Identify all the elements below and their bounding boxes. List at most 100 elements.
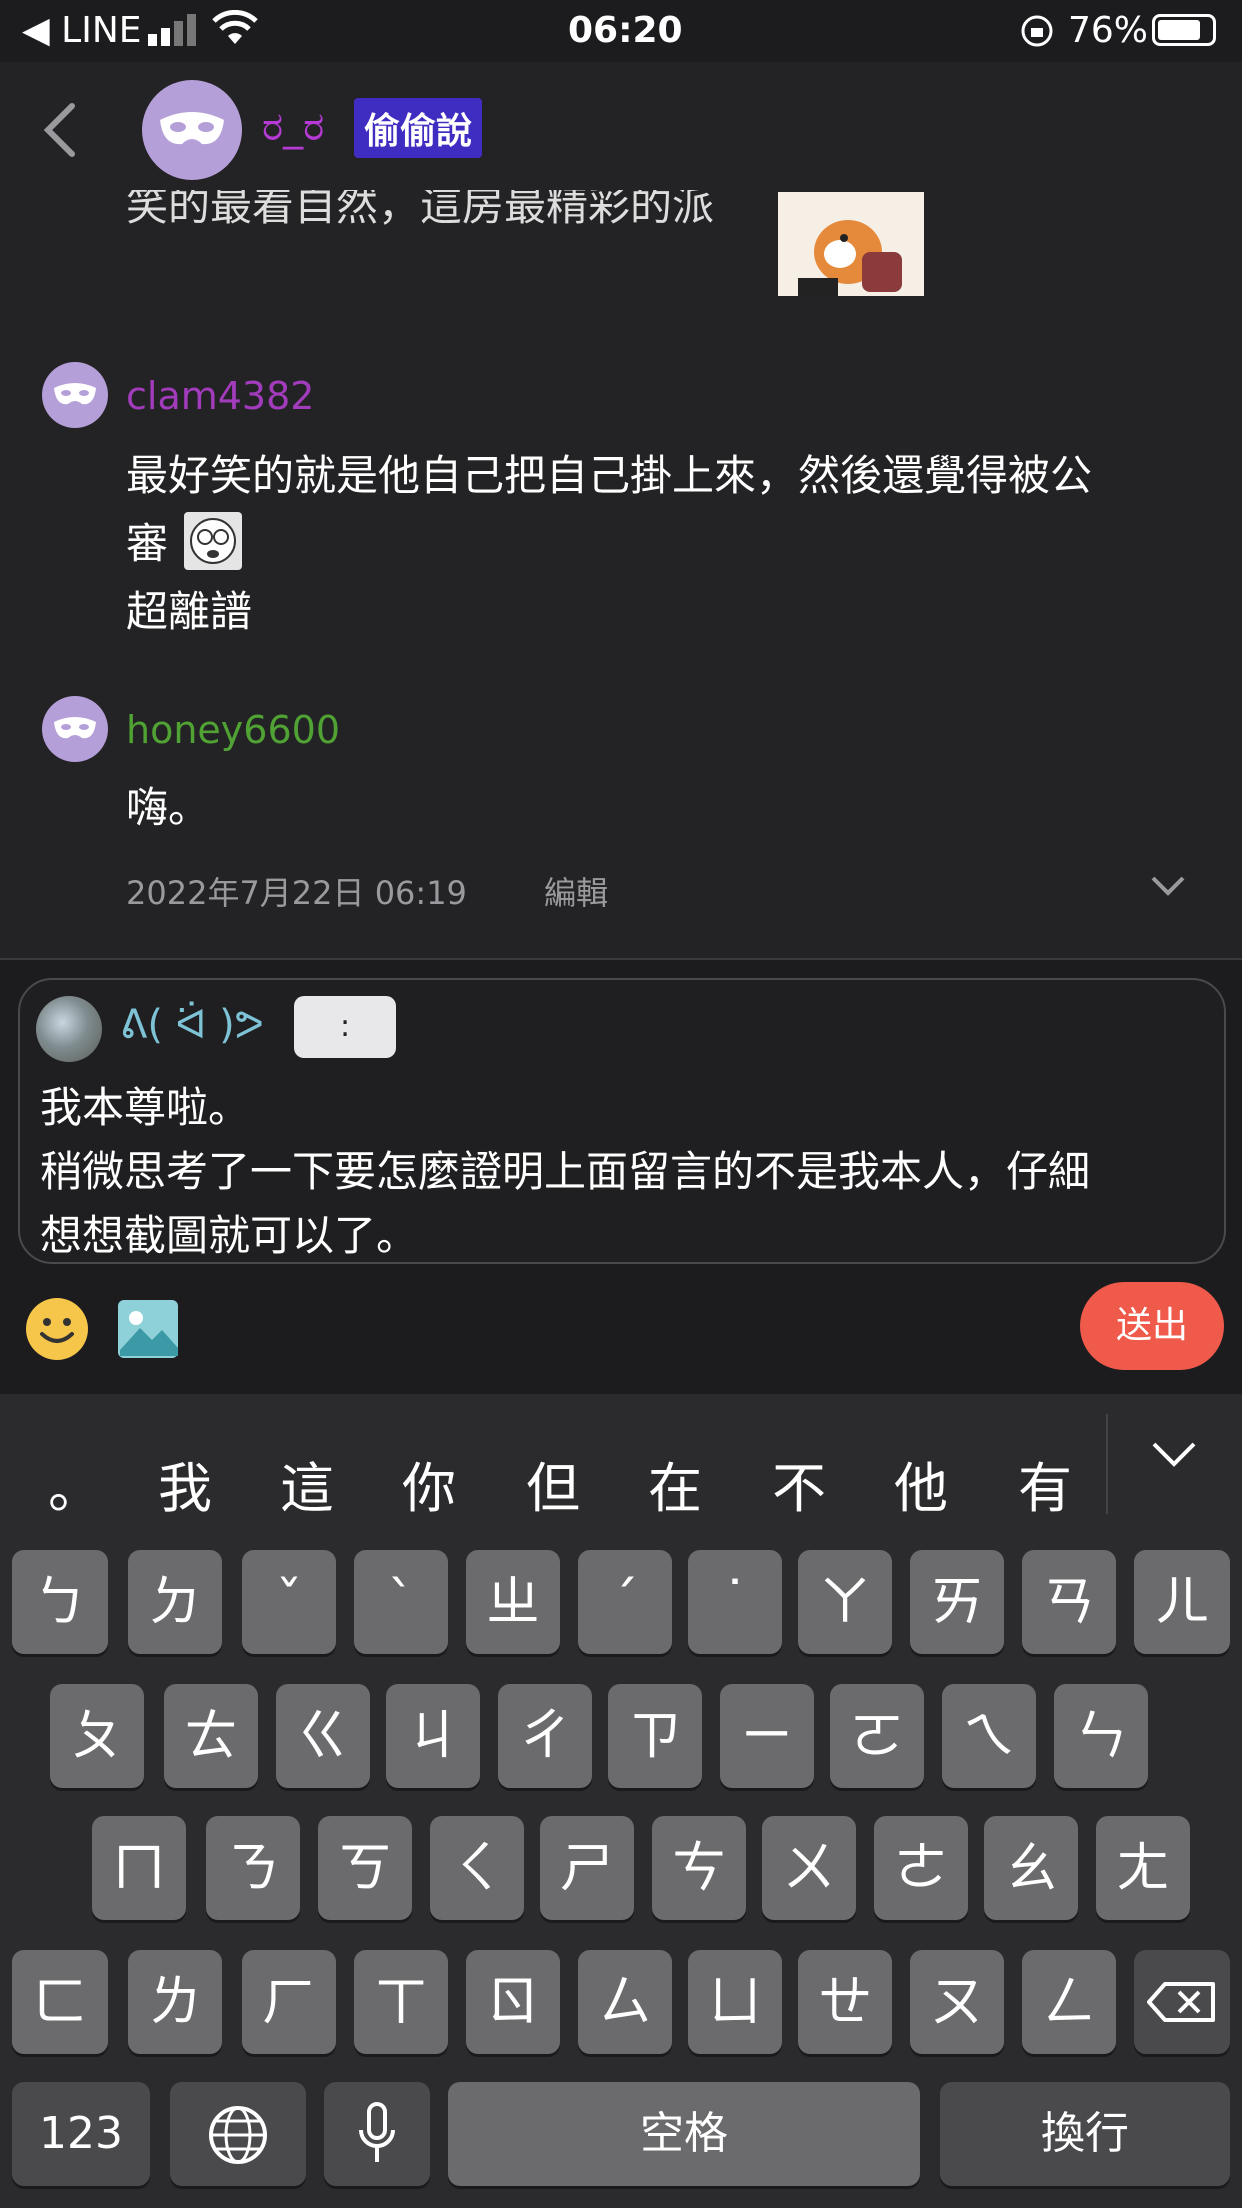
return-key[interactable]: 換行 [940,2082,1230,2186]
chevron-down-icon[interactable] [1150,1440,1198,1470]
message-username[interactable]: clam4382 [126,374,314,418]
key[interactable]: ㄠ [984,1816,1078,1920]
composer-chip[interactable]: : [294,996,396,1058]
keyboard: 。 我 這 你 但 在 不 他 有 ㄅ ㄉ ˇ ˋ ㄓ ˊ ˙ ㄚ ㄞ ㄢ ㄦ … [0,1394,1242,2208]
key[interactable]: ˙ [688,1550,782,1654]
key[interactable]: ㄉ [128,1550,222,1654]
rotation-lock-icon [1021,15,1053,47]
key[interactable]: ㄋ [206,1816,300,1920]
key[interactable]: ㄦ [1134,1550,1230,1654]
candidate-word[interactable]: 但 [526,1444,580,1523]
message-line: 最好笑的就是他自己把自己掛上來，然後還覺得被公 [126,451,1093,500]
candidate-word[interactable]: 。 [48,1444,102,1523]
key[interactable]: ㄚ [798,1550,892,1654]
key[interactable]: ㄔ [498,1684,592,1788]
composer-name: ᕕ( ᐛ )ᕗ [120,1002,264,1048]
mask-icon [54,383,96,405]
key[interactable]: ㄑ [430,1816,524,1920]
key[interactable]: ㄥ [1022,1950,1116,2054]
key[interactable]: ㄛ [830,1684,924,1788]
candidate-word[interactable]: 在 [648,1444,702,1523]
mic-key[interactable] [324,2082,430,2186]
mic-icon [359,2102,395,2162]
delete-key[interactable] [1134,1950,1230,2054]
key[interactable]: ㄆ [50,1684,144,1788]
composer-avatar [36,996,102,1062]
space-key[interactable]: 空格 [448,2082,920,2186]
emoji-icon[interactable] [24,1296,90,1362]
candidate-word[interactable]: 不 [772,1444,826,1523]
back-to-line[interactable]: ◀ LINE [22,10,142,51]
clock: 06:20 [568,10,683,51]
chat-header: ರ_ರ 偷偷說 [0,62,1242,190]
emoji-sticker [184,512,242,570]
key[interactable]: ㄗ [608,1684,702,1788]
globe-key[interactable] [170,2082,306,2186]
battery-percent: 76% [1068,10,1149,51]
key[interactable]: ㄝ [798,1950,892,2054]
back-icon[interactable] [42,102,78,158]
key[interactable]: ㄌ [128,1950,222,2054]
header-avatar[interactable] [142,80,242,180]
key[interactable]: ㄎ [318,1816,412,1920]
header-tag: 偷偷說 [354,98,483,158]
sticker-image [778,192,924,296]
mask-icon [54,717,96,739]
send-button[interactable]: 送出 [1080,1282,1224,1370]
key[interactable]: ㄊ [164,1684,258,1788]
key[interactable]: ㄡ [910,1950,1004,2054]
key[interactable]: ㄙ [578,1950,672,2054]
image-icon[interactable] [116,1298,180,1360]
candidate-word[interactable]: 這 [280,1444,334,1523]
key[interactable]: ˊ [578,1550,672,1654]
numbers-key[interactable]: 123 [12,2082,150,2186]
chevron-down-icon[interactable] [1150,874,1186,898]
edit-link[interactable]: 編輯 [544,868,608,914]
key[interactable]: ㄇ [92,1816,186,1920]
composer-text[interactable]: 我本尊啦。 稍微思考了一下要怎麼證明上面留言的不是我本人，仔細 想想截圖就可以了… [40,1076,1210,1268]
key[interactable]: ㄖ [466,1950,560,2054]
key[interactable]: ㄓ [466,1550,560,1654]
key[interactable]: ㄏ [242,1950,336,2054]
key[interactable]: ㄈ [12,1950,108,2054]
candidate-word[interactable]: 你 [402,1444,456,1523]
key[interactable]: ˋ [354,1550,448,1654]
candidate-divider [1106,1414,1108,1514]
header-username: ರ_ರ [262,104,325,150]
battery-icon [1152,14,1216,46]
key[interactable]: ㄅ [12,1550,108,1654]
key[interactable]: ㄒ [354,1950,448,2054]
key[interactable]: ㄘ [652,1816,746,1920]
key[interactable]: ㄟ [942,1684,1036,1788]
globe-icon [209,2106,267,2164]
chat-area[interactable]: 笑的最着自然，這房最精彩的派 clam4382 最好笑的就是他自己把自己掛上來，… [0,62,1242,958]
key[interactable]: ㄤ [1096,1816,1190,1920]
candidate-word[interactable]: 我 [158,1444,212,1523]
candidate-word[interactable]: 他 [894,1444,948,1523]
wifi-icon [212,10,258,44]
divider [0,958,1242,960]
key[interactable]: ㄣ [1054,1684,1148,1788]
key[interactable]: ㄍ [276,1684,370,1788]
key[interactable]: ㄐ [386,1684,480,1788]
key[interactable]: ˇ [242,1550,336,1654]
key[interactable]: ㄜ [874,1816,968,1920]
signal-icon [148,14,196,46]
key[interactable]: ㄕ [540,1816,634,1920]
key[interactable]: ㄩ [688,1950,782,2054]
key[interactable]: ㄧ [720,1684,814,1788]
key[interactable]: ㄢ [1022,1550,1116,1654]
avatar[interactable] [42,362,108,428]
key[interactable]: ㄨ [762,1816,856,1920]
message-line: 超離譜 [126,587,253,636]
composer-line: 我本尊啦。 [40,1083,251,1132]
message-username[interactable]: honey6600 [126,708,340,752]
key[interactable]: ㄞ [910,1550,1004,1654]
composer-line: 想想截圖就可以了。 [40,1211,419,1260]
candidate-word[interactable]: 有 [1018,1444,1072,1523]
message-line: 嗨。 [126,783,211,832]
message-composer[interactable]: ᕕ( ᐛ )ᕗ : 我本尊啦。 稍微思考了一下要怎麼證明上面留言的不是我本人，仔… [18,978,1226,1264]
mask-icon [160,112,224,145]
delete-icon [1147,1982,1215,2022]
avatar[interactable] [42,696,108,762]
